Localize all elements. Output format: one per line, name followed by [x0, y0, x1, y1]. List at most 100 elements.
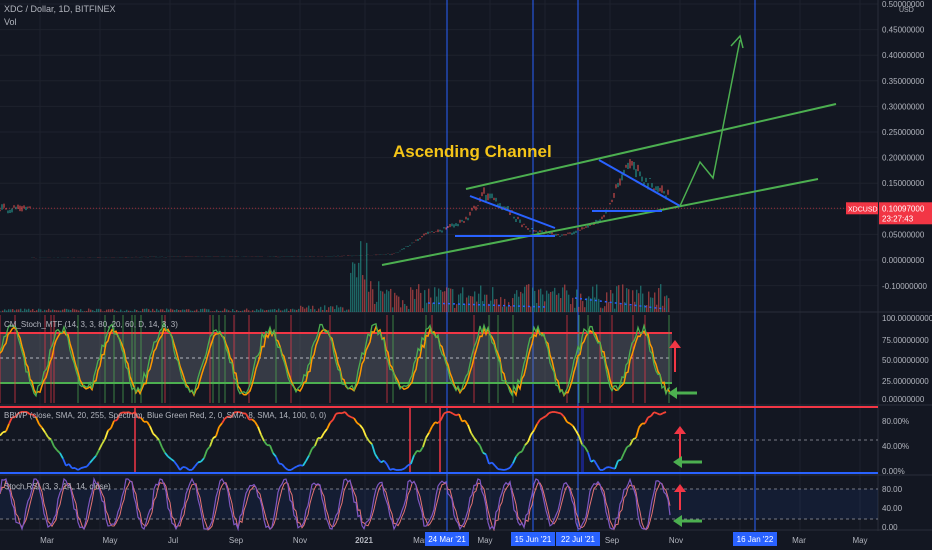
volume-bar: [118, 311, 120, 312]
volume-bar: [516, 290, 518, 312]
bbwp-line-segment: [518, 450, 523, 454]
volume-bar: [540, 288, 542, 312]
volume-bar: [48, 308, 50, 312]
volume-bar: [200, 309, 202, 312]
volume-bar: [56, 310, 58, 312]
stochrsi-title: Stoch RSI (3, 3, 14, 14, close): [4, 482, 111, 491]
volume-bar: [370, 281, 372, 312]
volume-bar: [518, 296, 520, 312]
volume-bar: [546, 290, 548, 312]
volume-bar: [28, 308, 30, 312]
volume-bar: [556, 294, 558, 312]
time-axis-label: 2021: [355, 536, 373, 545]
volume-bar: [258, 310, 260, 312]
volume-bar: [254, 310, 256, 312]
bbwp-title: BBWP (close, SMA, 20, 255, Spectrum, Blu…: [4, 411, 327, 420]
stoch-mtf-tick: 25.00000000: [882, 377, 929, 386]
volume-bar: [560, 298, 562, 312]
volume-bar: [364, 279, 366, 312]
volume-bar: [358, 262, 360, 312]
volume-bar: [8, 309, 10, 312]
volume-bar: [414, 298, 416, 312]
volume-bar: [6, 310, 8, 312]
price-axis-tick: -0.10000000: [882, 282, 927, 291]
volume-bar: [406, 305, 408, 312]
volume-bar: [396, 295, 398, 312]
volume-bar: [82, 311, 84, 312]
volume-bar: [528, 284, 530, 312]
volume-bar: [456, 304, 458, 312]
time-axis-label: Mar: [792, 536, 806, 545]
volume-bar: [80, 309, 82, 312]
volume-bar: [274, 308, 276, 312]
stochrsi-tick: 80.00: [882, 485, 903, 494]
volume-bar: [490, 300, 492, 312]
volume-bar: [372, 289, 374, 312]
volume-bar: [276, 310, 278, 312]
volume-bar: [618, 285, 620, 312]
time-axis-label: Nov: [293, 536, 307, 545]
symbol-badge-label: XDCUSD: [848, 206, 878, 213]
volume-bar: [214, 311, 216, 312]
time-axis-label: May: [102, 536, 117, 545]
volume-bar: [514, 293, 516, 312]
volume-bar: [90, 309, 92, 312]
volume-bar: [554, 287, 556, 312]
bbwp-line-segment: [548, 411, 553, 414]
volume-bar: [270, 309, 272, 312]
volume-bar: [264, 310, 266, 312]
volume-bar: [360, 241, 362, 312]
volume-bar: [106, 309, 108, 312]
volume-bar: [666, 295, 668, 312]
volume-bar: [16, 309, 18, 312]
volume-bar: [626, 288, 628, 312]
volume-bar: [46, 310, 48, 312]
volume-bar: [236, 309, 238, 312]
volume-bar: [538, 289, 540, 312]
volume-bar: [288, 310, 290, 312]
volume-bar: [418, 284, 420, 312]
volume-bar: [58, 310, 60, 312]
volume-bar: [94, 311, 96, 312]
volume-bar: [536, 303, 538, 312]
volume-bar: [196, 309, 198, 312]
volume-bar: [426, 302, 428, 312]
volume-bar: [530, 306, 532, 312]
bbwp-line-segment: [503, 468, 508, 471]
volume-bar: [604, 306, 606, 312]
bbwp-tick: 40.00%: [882, 442, 909, 451]
volume-bar: [628, 289, 630, 312]
time-axis-highlight-label: 15 Jun '21: [515, 535, 552, 544]
volume-bar: [280, 310, 282, 312]
volume-bar: [216, 309, 218, 312]
volume-bar: [648, 291, 650, 312]
volume-bar: [452, 289, 454, 312]
volume-bar: [60, 310, 62, 312]
volume-bar: [224, 308, 226, 312]
volume-bar: [104, 311, 106, 312]
volume-bar: [144, 308, 146, 312]
volume-bar: [638, 293, 640, 312]
volume-bar: [522, 293, 524, 312]
volume-bar: [134, 309, 136, 312]
volume-bar: [130, 310, 132, 312]
volume-label: Vol: [4, 17, 17, 27]
volume-bar: [244, 309, 246, 312]
volume-bar: [100, 309, 102, 312]
time-axis-label: Sep: [229, 536, 244, 545]
volume-bar: [524, 286, 526, 312]
volume-bar: [218, 310, 220, 312]
volume-bar: [434, 287, 436, 312]
chart-canvas[interactable]: Ascending ChannelUSD0.500000000.45000000…: [0, 0, 932, 550]
symbol-title: XDC / Dollar, 1D, BITFINEX: [4, 4, 116, 14]
bbwp-line-segment: [182, 465, 187, 469]
bbwp-line-segment: [113, 419, 118, 422]
volume-bar: [408, 308, 410, 312]
volume-bar: [10, 309, 12, 312]
volume-bar: [380, 290, 382, 312]
volume-bar: [246, 308, 248, 312]
volume-bar: [98, 308, 100, 312]
bbwp-line-segment: [335, 412, 340, 415]
volume-bar: [240, 310, 242, 312]
volume-bar: [368, 291, 370, 312]
